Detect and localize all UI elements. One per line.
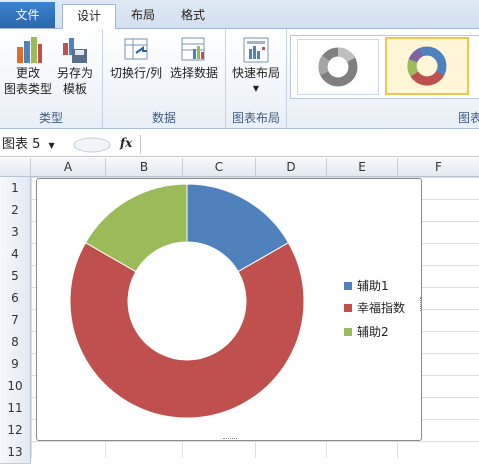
column-header-c[interactable]: C: [183, 158, 256, 177]
row-header-9[interactable]: 9: [0, 353, 31, 376]
chevron-down-icon: ▼: [252, 84, 260, 93]
column-header-b[interactable]: B: [106, 158, 183, 177]
save-as-template-label-1: 另存为: [56, 66, 93, 80]
tab-file[interactable]: 文件: [0, 2, 55, 28]
group-type-title: 类型: [38, 111, 63, 125]
column-header-d[interactable]: D: [256, 158, 327, 177]
ribbon-tab-bar: 文件 设计 布局 格式: [0, 0, 479, 29]
row-header-12[interactable]: 12: [0, 419, 31, 442]
ribbon-body: 更改 图表类型 另存为 模板 类型 切换行/列 选择数据 数据 快速布局 ▼ 图…: [0, 29, 479, 129]
name-box-dropdown-icon[interactable]: ▼: [49, 141, 55, 150]
group-data: 切换行/列 选择数据 数据: [103, 29, 226, 128]
tab-layout[interactable]: 布局: [118, 4, 168, 28]
legend-swatch: [344, 304, 352, 312]
row-header-5[interactable]: 5: [0, 265, 31, 288]
quick-layout-button[interactable]: 快速布局 ▼: [228, 35, 284, 97]
chart-area[interactable]: 辅助1 幸福指数 辅助2: [36, 178, 422, 441]
switch-row-column-button[interactable]: 切换行/列: [106, 35, 166, 81]
legend-label: 幸福指数: [357, 301, 406, 315]
quick-layout-icon: [243, 37, 269, 63]
select-data-icon: [181, 37, 205, 61]
formula-input[interactable]: [140, 135, 479, 154]
row-header-11[interactable]: 11: [0, 397, 31, 420]
switch-row-column-label: 切换行/列: [109, 66, 163, 80]
chart-resize-handle-right[interactable]: [420, 297, 424, 311]
select-all-corner[interactable]: [0, 158, 31, 177]
formula-bar: 图表 5 ▼ fx: [0, 134, 479, 157]
save-template-icon: [63, 38, 87, 63]
tab-design[interactable]: 设计: [62, 4, 116, 29]
group-chart-layout-title: 图表布局: [231, 111, 280, 125]
group-type: 更改 图表类型 另存为 模板 类型: [0, 29, 103, 128]
chart-style-option-gray[interactable]: [297, 39, 379, 95]
save-as-template-label-2: 模板: [62, 82, 87, 96]
tab-format[interactable]: 格式: [168, 4, 218, 28]
row-header-13[interactable]: 13: [0, 441, 31, 464]
legend-item-helper2[interactable]: 辅助2: [344, 323, 389, 340]
legend-label: 辅助2: [357, 325, 389, 339]
group-data-title: 数据: [151, 111, 176, 125]
legend-item-helper1[interactable]: 辅助1: [344, 277, 389, 294]
legend-item-happiness-index[interactable]: 幸福指数: [344, 299, 405, 316]
chart-resize-handle-bottom[interactable]: [223, 438, 237, 442]
row-header-2[interactable]: 2: [0, 199, 31, 222]
doughnut-slice-2[interactable]: [69, 242, 305, 419]
chart-styles-gallery: [290, 35, 479, 99]
chart-type-icon: [17, 37, 42, 63]
name-box-value: 图表 5: [2, 137, 41, 152]
doughnut-chart[interactable]: [37, 179, 307, 440]
column-header-a[interactable]: A: [31, 158, 106, 177]
column-header-e[interactable]: E: [327, 158, 398, 177]
switch-row-column-icon: [124, 38, 148, 60]
group-chart-styles-title: 图表: [457, 111, 479, 125]
doughnut-color-icon: [407, 46, 447, 86]
chart-style-option-color[interactable]: [385, 37, 469, 95]
select-data-label: 选择数据: [169, 66, 218, 80]
doughnut-gray-icon: [318, 47, 358, 87]
quick-layout-label: 快速布局: [231, 66, 280, 80]
group-chart-layout: 快速布局 ▼ 图表布局: [226, 29, 287, 128]
row-header-6[interactable]: 6: [0, 287, 31, 310]
save-as-template-button[interactable]: 另存为 模板: [52, 35, 98, 97]
formula-bar-splitter-icon[interactable]: [72, 137, 112, 153]
change-chart-type-label-2: 图表类型: [4, 82, 53, 96]
column-header-f[interactable]: F: [398, 158, 479, 177]
legend-swatch: [344, 282, 352, 290]
row-header-4[interactable]: 4: [0, 243, 31, 266]
row-header-10[interactable]: 10: [0, 375, 31, 398]
change-chart-type-label-1: 更改: [15, 66, 40, 80]
row-header-7[interactable]: 7: [0, 309, 31, 332]
row-header-3[interactable]: 3: [0, 221, 31, 244]
row-header-8[interactable]: 8: [0, 331, 31, 354]
insert-function-icon[interactable]: fx: [120, 136, 132, 150]
row-header-1[interactable]: 1: [0, 177, 31, 200]
select-data-button[interactable]: 选择数据: [166, 35, 222, 81]
legend-swatch: [344, 328, 352, 336]
legend-label: 辅助1: [357, 279, 389, 293]
change-chart-type-button[interactable]: 更改 图表类型: [4, 35, 52, 97]
name-box[interactable]: 图表 5 ▼: [2, 136, 64, 153]
